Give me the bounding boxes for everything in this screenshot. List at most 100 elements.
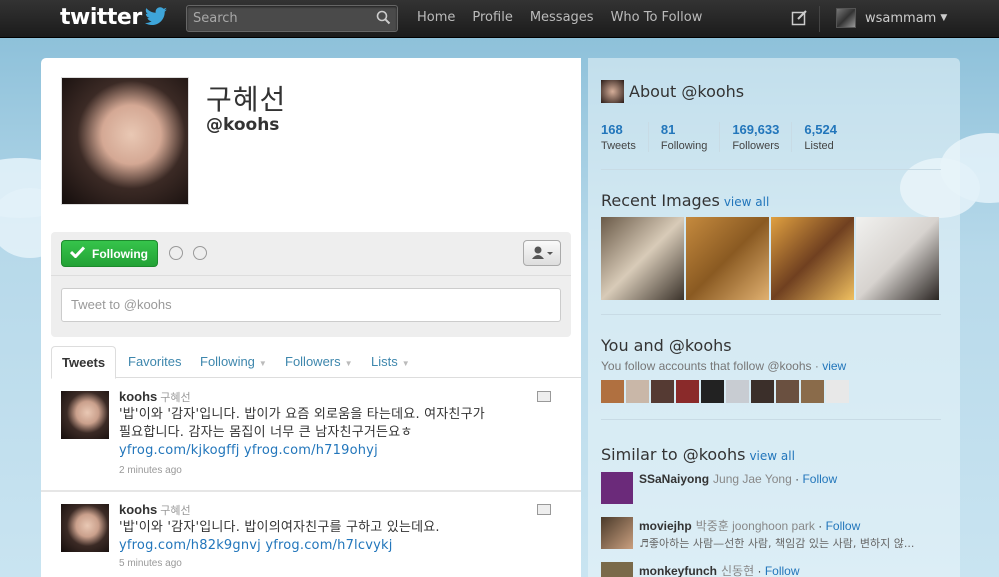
you-follow-label: You follow accounts that follow @koohs · [601, 359, 819, 373]
following-button[interactable]: Following [61, 240, 158, 267]
similar-avatar[interactable] [601, 562, 633, 577]
view-all-similar-link[interactable]: view all [749, 449, 794, 463]
image-thumbnail[interactable] [686, 217, 769, 300]
user-actions-button[interactable] [523, 240, 561, 266]
stat-label: Following [660, 140, 708, 152]
mutual-avatar[interactable] [676, 380, 699, 403]
tweet-username[interactable]: koohs [119, 389, 157, 404]
stat-following[interactable]: 81 Following [660, 122, 721, 152]
tweet-text-line: 필요합니다. 감자는 몸집이 너무 큰 남자친구거든요ㅎ [119, 425, 413, 440]
display-name: 구혜선 [206, 83, 287, 116]
stat-listed[interactable]: 6,524 Listed [804, 122, 849, 152]
nav-who-to-follow[interactable]: Who To Follow [611, 0, 703, 38]
similar-screenname[interactable]: monkeyfunch [639, 564, 717, 577]
tweet-to-input[interactable]: Tweet to @koohs [61, 288, 561, 322]
recent-images [601, 217, 941, 300]
nav-messages[interactable]: Messages [530, 0, 594, 38]
view-all-images-link[interactable]: view all [724, 195, 769, 209]
compose-tweet-icon[interactable] [791, 9, 808, 30]
tab-tweets[interactable]: Tweets [51, 346, 117, 379]
dropdown-arrow-icon: ▼ [258, 359, 267, 368]
tab-followers[interactable]: Followers ▼ [285, 346, 353, 378]
follow-link[interactable]: Follow [765, 564, 800, 577]
follow-link[interactable]: Follow [826, 519, 861, 533]
search-input[interactable] [187, 6, 367, 31]
tweet-author[interactable]: koohs 구혜선 [119, 389, 191, 405]
similar-fullname: 박중훈 joonghoon park [695, 519, 815, 533]
similar-avatar[interactable] [601, 472, 633, 504]
mutual-avatar[interactable] [751, 380, 774, 403]
tweet-fullname: 구혜선 [160, 504, 191, 517]
tweet-timestamp[interactable]: 2 minutes ago [119, 465, 182, 476]
tweet-author[interactable]: koohs 구혜선 [119, 502, 191, 518]
tweet-text-line: '밥'이와 '감자'입니다. 밥이의여자친구를 구하고 있는데요. [119, 520, 440, 535]
similar-user[interactable]: SSaNaiyong Jung Jae Yong · Follow [601, 472, 951, 512]
similar-fullname: Jung Jae Yong [713, 472, 792, 486]
tweet-username[interactable]: koohs [119, 502, 157, 517]
mutual-avatar[interactable] [801, 380, 824, 403]
similar-screenname[interactable]: moviejhp [639, 519, 692, 533]
tweet-links[interactable]: yfrog.com/h82k9gnvj yfrog.com/h7lcvykj [119, 537, 559, 555]
similar-user[interactable]: moviejhp 박중훈 joonghoon park · Follow ♬좋아하… [601, 517, 951, 557]
top-bar: twitter Home Profile Messages Who To Fol… [0, 0, 999, 38]
similar-user[interactable]: monkeyfunch 신동현 · Follow [601, 562, 951, 577]
tweet-links[interactable]: yfrog.com/kjkogffj yfrog.com/h719ohyj [119, 442, 559, 460]
action-box: Following Tweet to @koohs [51, 232, 571, 337]
retweets-icon[interactable] [193, 246, 207, 260]
section-divider [601, 419, 941, 420]
media-icon[interactable] [537, 391, 551, 402]
section-divider [601, 169, 941, 170]
user-menu[interactable]: wsammam ▼ [836, 8, 947, 28]
image-thumbnail[interactable] [856, 217, 939, 300]
you-and-title: You and @koohs [601, 336, 732, 355]
image-thumbnail[interactable] [771, 217, 854, 300]
similar-avatar[interactable] [601, 517, 633, 549]
nav-home[interactable]: Home [417, 0, 455, 38]
search-box[interactable] [186, 5, 398, 32]
tab-tweets-label: Tweets [62, 355, 106, 370]
logo-text: twitter [60, 5, 142, 30]
profile-photo[interactable] [61, 77, 189, 205]
tweet-text-line: '밥'이와 '감자'입니다. 밥이가 요즘 외로움을 타는데요. 여자친구가 [119, 407, 485, 422]
tab-followers-label: Followers [285, 354, 341, 369]
similar-screenname[interactable]: SSaNaiyong [639, 472, 709, 486]
mutual-avatar[interactable] [626, 380, 649, 403]
stat-followers[interactable]: 169,633 Followers [732, 122, 793, 152]
twitter-logo[interactable]: twitter [60, 5, 168, 31]
view-link[interactable]: view [822, 359, 846, 373]
mutual-avatar[interactable] [726, 380, 749, 403]
stat-number: 168 [601, 122, 623, 137]
tab-favorites[interactable]: Favorites [128, 346, 181, 378]
mutual-avatar[interactable] [826, 380, 849, 403]
device-updates-icon[interactable] [169, 246, 183, 260]
similar-title: Similar to @koohs view all [601, 445, 795, 464]
tweet-item[interactable]: koohs 구혜선 '밥'이와 '감자'입니다. 밥이의여자친구를 구하고 있는데… [41, 491, 581, 577]
mutual-avatar[interactable] [701, 380, 724, 403]
tweet-timestamp[interactable]: 5 minutes ago [119, 558, 182, 569]
tab-lists[interactable]: Lists ▼ [371, 346, 410, 378]
nav-profile[interactable]: Profile [472, 0, 512, 38]
mutual-avatar[interactable] [651, 380, 674, 403]
tweet-avatar[interactable] [61, 504, 109, 552]
topbar-divider [819, 6, 820, 32]
dropdown-arrow-icon: ▼ [401, 359, 410, 368]
tweet-avatar[interactable] [61, 391, 109, 439]
check-icon [69, 246, 86, 261]
similar-label: Similar to @koohs [601, 445, 746, 464]
media-icon[interactable] [537, 504, 551, 515]
mutual-avatar[interactable] [776, 380, 799, 403]
chevron-down-icon: ▼ [940, 13, 948, 23]
tweet-item[interactable]: koohs 구혜선 '밥'이와 '감자'입니다. 밥이가 요즘 외로움을 타는데요… [41, 379, 581, 491]
tab-following-label: Following [200, 354, 255, 369]
tab-following[interactable]: Following ▼ [200, 346, 267, 378]
similar-fullname: 신동현 [721, 564, 755, 577]
about-avatar [601, 80, 624, 103]
similar-bio: ♬좋아하는 사람—선한 사람, 책임감 있는 사람, 변하지 않... [639, 537, 915, 550]
image-thumbnail[interactable] [601, 217, 684, 300]
follow-link[interactable]: Follow [802, 472, 837, 486]
profile-tabs: Tweets Favorites Following ▼ Followers ▼ L… [51, 346, 581, 379]
dashboard: About @koohs 168 Tweets 81 Following 169,6… [588, 58, 960, 577]
mutual-avatar[interactable] [601, 380, 624, 403]
search-icon[interactable] [376, 10, 391, 29]
stat-tweets[interactable]: 168 Tweets [601, 122, 649, 152]
